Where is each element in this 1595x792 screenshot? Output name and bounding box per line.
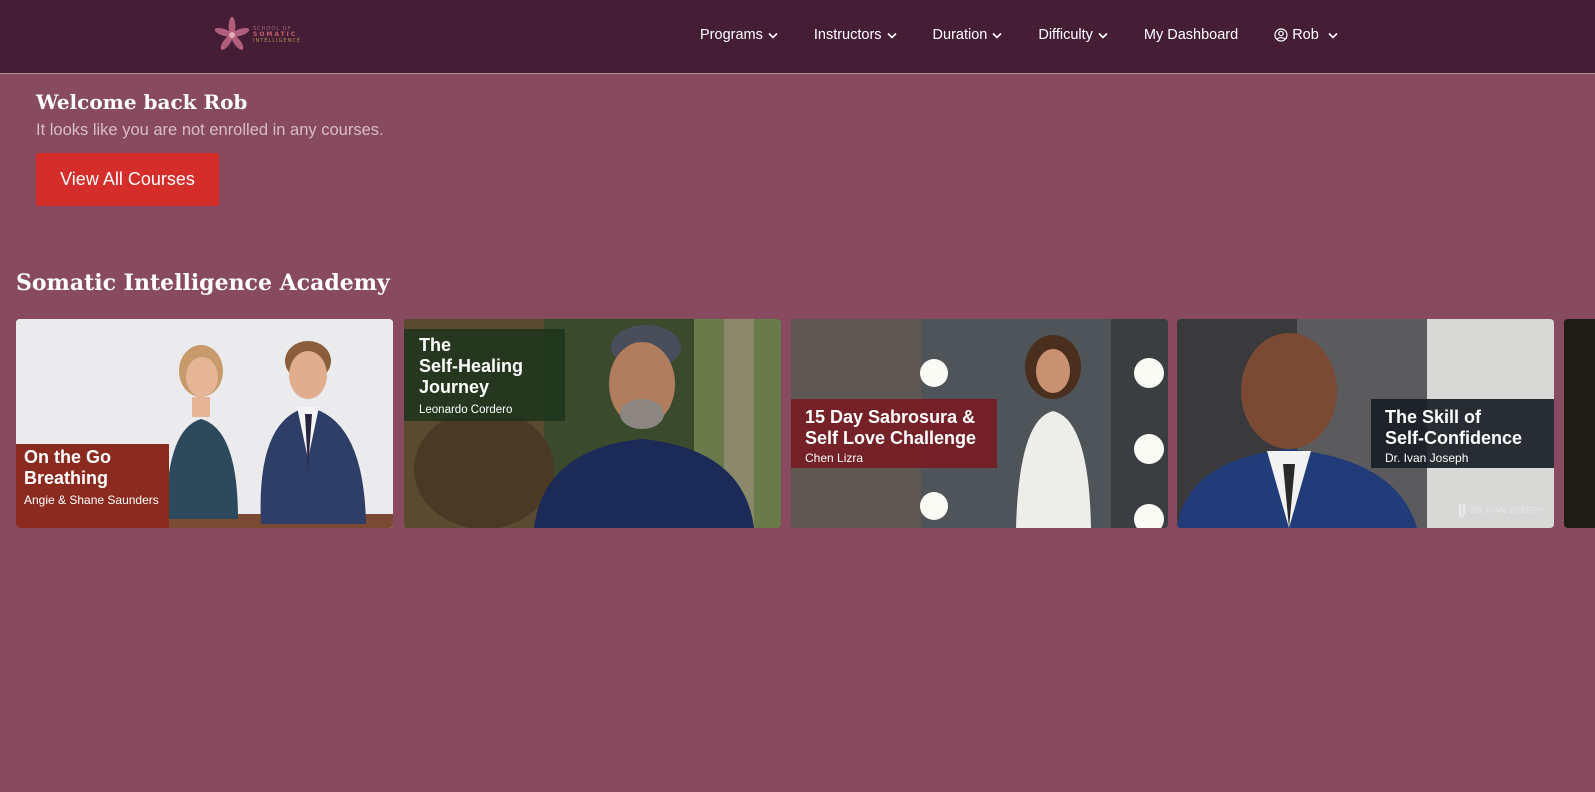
logo-line-3: INTELLIGENCE — [253, 38, 301, 44]
logo-wordmark: SCHOOL OF SOMATIC INTELLIGENCE — [253, 26, 301, 44]
course-title: On the Go Breathing — [24, 447, 111, 488]
course-title: The Skill of Self-Confidence — [1385, 407, 1523, 448]
course-card-self-healing-journey[interactable]: The Self-Healing Journey Leonardo Corder… — [404, 319, 781, 528]
chevron-down-icon — [1328, 32, 1338, 39]
instructor-watermark: DR.IVAN JOSEPH — [1458, 502, 1544, 518]
nav-difficulty-label: Difficulty — [1038, 27, 1093, 43]
course-author: Angie & Shane Saunders — [24, 493, 159, 507]
top-nav-bar: SCHOOL OF SOMATIC INTELLIGENCE Programs … — [0, 0, 1595, 74]
nav-difficulty[interactable]: Difficulty — [1038, 27, 1108, 43]
main-nav: Programs Instructors Duration Difficulty… — [700, 0, 1338, 70]
chevron-down-icon — [1098, 32, 1108, 39]
nav-my-dashboard-label: My Dashboard — [1143, 27, 1239, 43]
chevron-down-icon — [768, 32, 778, 39]
course-thumbnail — [1564, 319, 1595, 528]
watermark-text: DR.IVAN JOSEPH — [1470, 505, 1544, 515]
nav-instructors[interactable]: Instructors — [814, 27, 897, 43]
nav-my-dashboard[interactable]: My Dashboard — [1144, 27, 1238, 43]
welcome-subtitle: It looks like you are not enrolled in an… — [36, 121, 384, 139]
course-title: 15 Day Sabrosura & Self Love Challenge — [805, 407, 977, 448]
course-author: Dr. Ivan Joseph — [1385, 451, 1469, 465]
nav-instructors-label: Instructors — [813, 27, 882, 43]
chevron-down-icon — [992, 32, 1002, 39]
course-card-skill-of-self-confidence[interactable]: The Skill of Self-Confidence Dr. Ivan Jo… — [1177, 319, 1554, 528]
nav-programs-label: Programs — [700, 27, 763, 43]
course-card-on-the-go-breathing[interactable]: On the Go Breathing Angie & Shane Saunde… — [16, 319, 393, 528]
user-circle-icon — [1274, 28, 1288, 42]
nav-duration-label: Duration — [932, 27, 988, 43]
chevron-down-icon — [886, 32, 897, 39]
course-card-sabrosura-challenge[interactable]: 15 Day Sabrosura & Self Love Challenge C… — [791, 319, 1168, 528]
nav-user-name: Rob — [1292, 27, 1319, 43]
course-card-partial[interactable] — [1564, 319, 1595, 528]
course-caption: 15 Day Sabrosura & Self Love Challenge C… — [791, 399, 997, 468]
course-caption: The Self-Healing Journey Leonardo Corder… — [404, 329, 565, 421]
nav-programs[interactable]: Programs — [700, 27, 778, 43]
nav-duration[interactable]: Duration — [933, 27, 1003, 43]
course-title: The Self-Healing Journey — [419, 335, 524, 397]
course-caption: On the Go Breathing Angie & Shane Saunde… — [16, 444, 169, 528]
course-author: Leonardo Cordero — [419, 404, 513, 416]
course-carousel: On the Go Breathing Angie & Shane Saunde… — [16, 319, 1595, 528]
ij-logo-icon — [1458, 504, 1466, 518]
welcome-heading: Welcome back Rob — [36, 90, 248, 114]
nav-user-menu[interactable]: Rob — [1274, 27, 1338, 43]
course-caption: The Skill of Self-Confidence Dr. Ivan Jo… — [1371, 399, 1554, 468]
course-author: Chen Lizra — [805, 451, 864, 465]
view-all-courses-button[interactable]: View All Courses — [36, 153, 219, 206]
site-logo[interactable]: SCHOOL OF SOMATIC INTELLIGENCE — [213, 16, 313, 54]
section-heading: Somatic Intelligence Academy — [16, 270, 390, 296]
lotus-icon — [214, 17, 250, 50]
